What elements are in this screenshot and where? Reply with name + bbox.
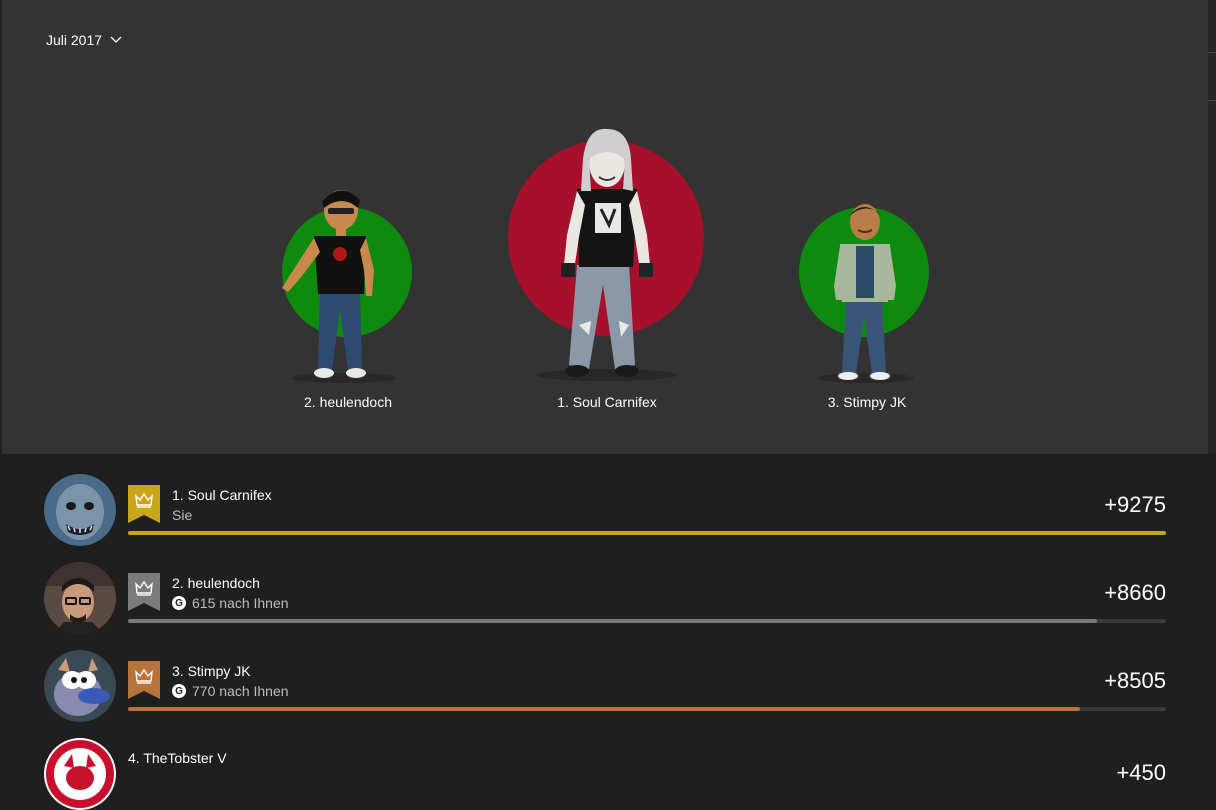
progress-bar-fill bbox=[128, 531, 1166, 535]
podium-first-label: 1. Soul Carnifex bbox=[557, 394, 657, 410]
chevron-down-icon bbox=[110, 36, 122, 43]
row-subtext-label: Sie bbox=[172, 507, 193, 523]
leaderboard-row-3[interactable]: 3. Stimpy JK G 770 nach Ihnen +8505 bbox=[2, 630, 1216, 722]
row-subtext: Sie bbox=[172, 507, 192, 523]
gamerpic-thetobster bbox=[44, 738, 116, 810]
podium-second-label: 2. heulendoch bbox=[304, 394, 392, 410]
crown-badge-gold-icon bbox=[128, 485, 160, 523]
row-score: +8660 bbox=[1104, 580, 1166, 605]
podium-panel: Juli 2017 2. heulendoch 1. Soul Carnifex… bbox=[2, 0, 1208, 454]
leaderboard-row-2[interactable]: 2. heulendoch G 615 nach Ihnen +8660 bbox=[2, 542, 1216, 634]
gamerscore-icon: G bbox=[172, 684, 186, 698]
progress-bar-fill bbox=[128, 707, 1080, 711]
crown-badge-bronze-icon bbox=[128, 661, 160, 699]
row-score: +8505 bbox=[1104, 668, 1166, 693]
progress-bar-track bbox=[128, 619, 1166, 623]
gamerpic-heulendoch bbox=[44, 562, 116, 634]
leaderboard-row-4[interactable]: 4. TheTobster V +450 bbox=[2, 718, 1216, 810]
month-selector[interactable]: Juli 2017 bbox=[46, 32, 122, 48]
progress-bar-track bbox=[128, 531, 1166, 535]
row-subtext-label: 615 nach Ihnen bbox=[192, 595, 289, 611]
podium-third[interactable]: 3. Stimpy JK bbox=[772, 200, 962, 420]
gamerscore-icon: G bbox=[172, 596, 186, 610]
row-subtext: G 770 nach Ihnen bbox=[172, 683, 289, 699]
row-name: 3. Stimpy JK bbox=[172, 663, 251, 679]
leaderboard-list: 1. Soul Carnifex Sie +9275 2. heulendoch… bbox=[2, 454, 1216, 810]
leaderboard-row-1[interactable]: 1. Soul Carnifex Sie +9275 bbox=[2, 454, 1216, 546]
gamerpic-stimpy bbox=[44, 650, 116, 722]
avatar-stimpy-figure bbox=[818, 204, 914, 383]
gamerpic-soul-carnifex bbox=[44, 474, 116, 546]
progress-bar-track bbox=[128, 707, 1166, 711]
avatar-soul-carnifex-figure bbox=[537, 128, 677, 381]
crown-badge-silver-icon bbox=[128, 573, 160, 611]
avatar-heulendoch-figure bbox=[282, 190, 396, 383]
row-score: +9275 bbox=[1104, 492, 1166, 517]
progress-bar-fill bbox=[128, 619, 1098, 623]
month-label: Juli 2017 bbox=[46, 32, 103, 48]
row-name: 2. heulendoch bbox=[172, 575, 260, 591]
podium-third-label: 3. Stimpy JK bbox=[827, 394, 907, 410]
right-scroll-edge bbox=[1208, 0, 1216, 454]
podium-second[interactable]: 2. heulendoch bbox=[252, 180, 452, 420]
podium-first[interactable]: 1. Soul Carnifex bbox=[497, 125, 717, 420]
row-subtext: G 615 nach Ihnen bbox=[172, 595, 289, 611]
row-name: 1. Soul Carnifex bbox=[172, 487, 272, 503]
row-subtext-label: 770 nach Ihnen bbox=[192, 683, 289, 699]
